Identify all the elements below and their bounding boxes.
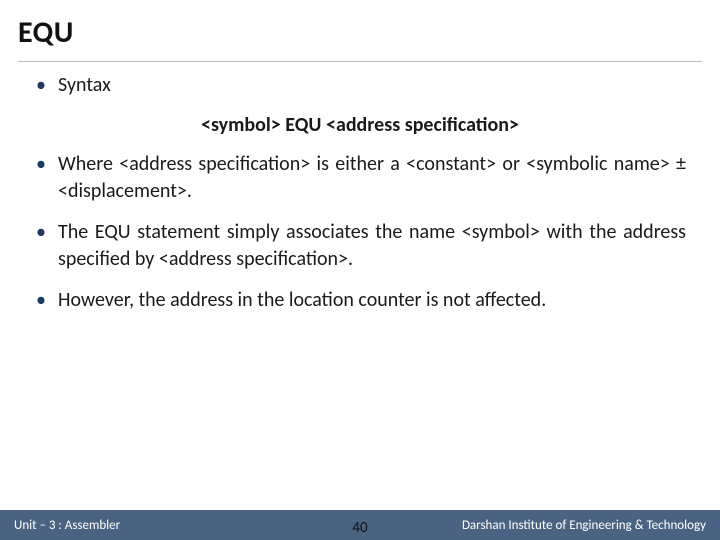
bullet-list-cont: Where <address specification> is either … bbox=[34, 151, 686, 314]
page-number-wrap: 40 bbox=[352, 518, 367, 537]
bullet-associates: The EQU statement simply associates the … bbox=[34, 219, 686, 273]
slide-title: EQU bbox=[18, 14, 702, 51]
title-block: EQU bbox=[0, 0, 720, 59]
bullet-however: However, the address in the location cou… bbox=[34, 287, 686, 314]
footer-unit: Unit – 3 : Assembler bbox=[0, 518, 120, 533]
syntax-line: <symbol> EQU <address specification> bbox=[34, 113, 686, 137]
bullet-list: Syntax bbox=[34, 72, 686, 99]
slide: EQU Syntax <symbol> EQU <address specifi… bbox=[0, 0, 720, 540]
page-number: 40 bbox=[352, 519, 367, 537]
footer-institute: Darshan Institute of Engineering & Techn… bbox=[462, 518, 720, 533]
bullet-where: Where <address specification> is either … bbox=[34, 151, 686, 205]
content-area: Syntax <symbol> EQU <address specificati… bbox=[0, 62, 720, 540]
bullet-syntax: Syntax bbox=[34, 72, 686, 99]
